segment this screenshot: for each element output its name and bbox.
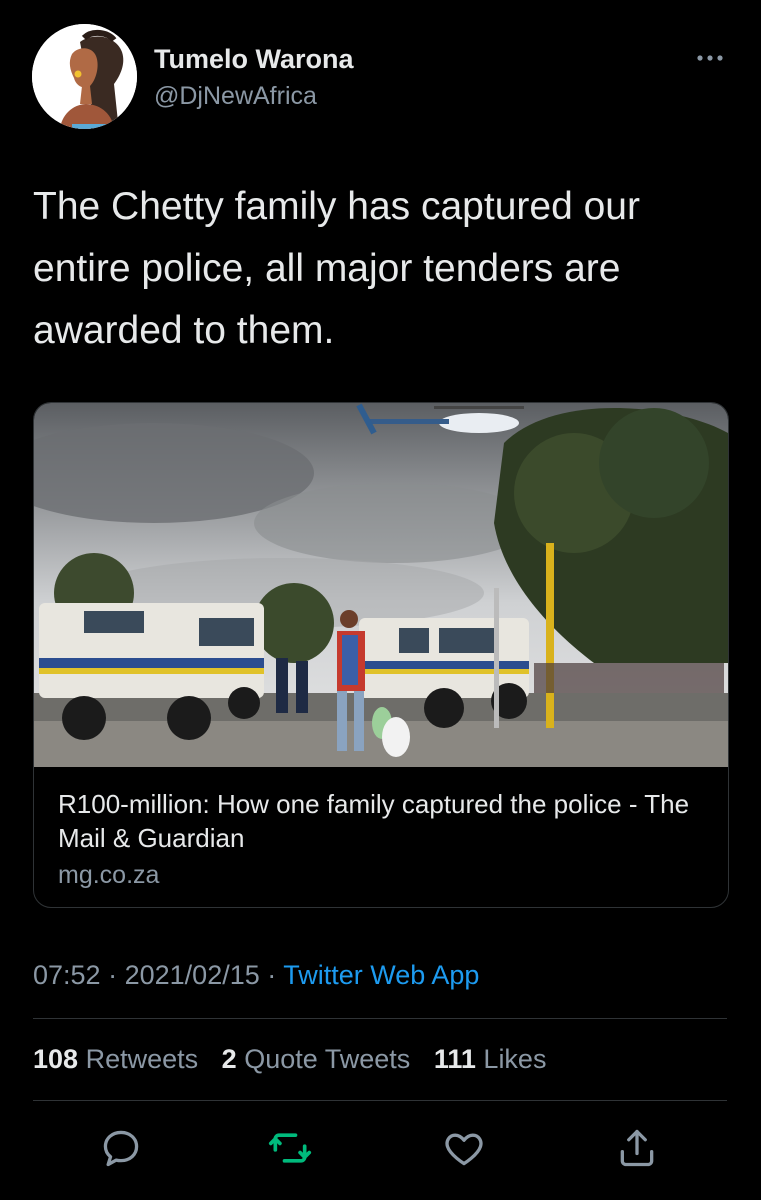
link-preview-card[interactable]: R100-million: How one family captured th… <box>33 402 729 908</box>
tweet-time[interactable]: 07:52 <box>33 960 101 990</box>
quote-tweets-label: Quote Tweets <box>244 1044 411 1074</box>
action-bar <box>0 1116 761 1176</box>
more-options-icon[interactable] <box>695 48 725 68</box>
retweets-count: 108 <box>33 1044 79 1074</box>
divider <box>33 1018 727 1019</box>
divider <box>33 1100 727 1101</box>
tweet-source-link[interactable]: Twitter Web App <box>283 960 479 990</box>
display-name[interactable]: Tumelo Warona <box>154 44 354 75</box>
avatar[interactable] <box>32 24 137 129</box>
user-handle[interactable]: @DjNewAfrica <box>154 82 317 111</box>
tweet-stats: 108 Retweets 2 Quote Tweets 111 Likes <box>33 1044 546 1075</box>
quote-tweets-count: 2 <box>221 1044 237 1074</box>
tweet-text: The Chetty family has captured our entir… <box>33 185 640 352</box>
card-domain: mg.co.za <box>58 861 160 889</box>
share-icon[interactable] <box>615 1126 659 1170</box>
likes-stat[interactable]: 111 Likes <box>434 1044 547 1074</box>
likes-count: 111 <box>433 1044 476 1074</box>
quote-tweets-stat[interactable]: 2 Quote Tweets <box>222 1044 411 1074</box>
avatar-illustration <box>32 24 137 129</box>
like-icon[interactable] <box>442 1126 486 1170</box>
meta-separator: · <box>267 960 277 990</box>
retweets-stat[interactable]: 108 Retweets <box>33 1044 198 1074</box>
tweet-date[interactable]: 2021/02/15 <box>125 960 260 990</box>
likes-label: Likes <box>483 1044 547 1074</box>
reply-icon[interactable] <box>99 1126 143 1170</box>
card-title[interactable]: R100-million: How one family captured th… <box>58 787 698 855</box>
card-image <box>34 403 728 767</box>
meta-separator: · <box>108 960 118 990</box>
tweet-meta: 07:52 · 2021/02/15 · Twitter Web App <box>33 960 479 991</box>
retweets-label: Retweets <box>85 1044 199 1074</box>
retweet-icon[interactable] <box>268 1126 312 1170</box>
